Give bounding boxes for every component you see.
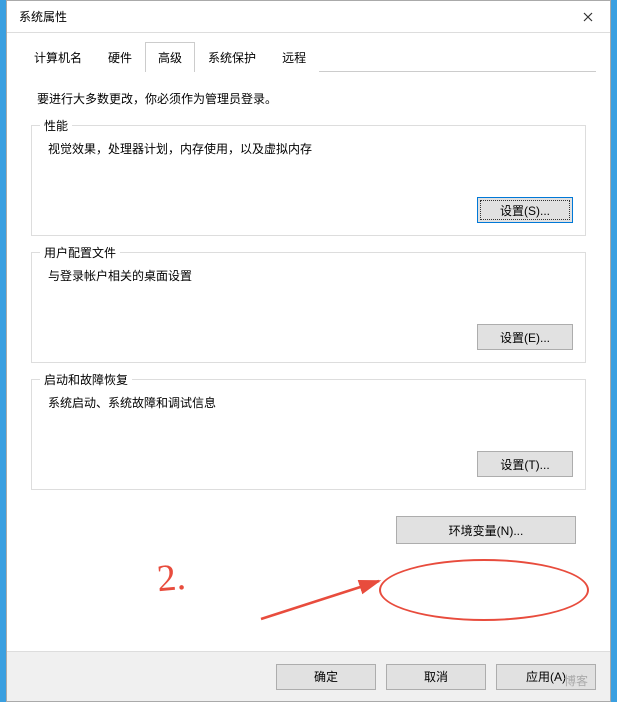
group-startup-desc: 系统启动、系统故障和调试信息	[48, 394, 573, 411]
group-performance: 性能 视觉效果，处理器计划，内存使用，以及虚拟内存 设置(S)...	[31, 125, 586, 236]
group-performance-title: 性能	[40, 117, 72, 134]
tab-hardware[interactable]: 硬件	[95, 42, 145, 72]
group-performance-desc: 视觉效果，处理器计划，内存使用，以及虚拟内存	[48, 140, 573, 157]
group-user-profiles-desc: 与登录帐户相关的桌面设置	[48, 267, 573, 284]
dialog-footer: 确定 取消 应用(A)	[7, 651, 610, 701]
tab-strip: 计算机名 硬件 高级 系统保护 远程	[21, 41, 596, 72]
apply-button[interactable]: 应用(A)	[496, 664, 596, 690]
system-properties-dialog: 系统属性 计算机名 硬件 高级 系统保护 远程 要进行大多数更改，你必须作为管理…	[6, 0, 611, 702]
tab-remote[interactable]: 远程	[269, 42, 319, 72]
close-button[interactable]	[566, 2, 610, 32]
close-icon	[583, 12, 593, 22]
tab-content: 要进行大多数更改，你必须作为管理员登录。 性能 视觉效果，处理器计划，内存使用，…	[21, 72, 596, 651]
group-user-profiles-title: 用户配置文件	[40, 244, 120, 261]
titlebar: 系统属性	[7, 1, 610, 33]
performance-settings-button[interactable]: 设置(S)...	[477, 197, 573, 223]
group-startup: 启动和故障恢复 系统启动、系统故障和调试信息 设置(T)...	[31, 379, 586, 490]
user-profiles-settings-button[interactable]: 设置(E)...	[477, 324, 573, 350]
tab-computer-name[interactable]: 计算机名	[21, 42, 95, 72]
dialog-body: 计算机名 硬件 高级 系统保护 远程 要进行大多数更改，你必须作为管理员登录。 …	[7, 33, 610, 651]
startup-settings-button[interactable]: 设置(T)...	[477, 451, 573, 477]
tab-advanced[interactable]: 高级	[145, 42, 195, 72]
environment-variables-button[interactable]: 环境变量(N)...	[396, 516, 576, 544]
tab-system-protection[interactable]: 系统保护	[195, 42, 269, 72]
admin-message: 要进行大多数更改，你必须作为管理员登录。	[37, 90, 586, 107]
group-user-profiles: 用户配置文件 与登录帐户相关的桌面设置 设置(E)...	[31, 252, 586, 363]
group-startup-title: 启动和故障恢复	[40, 371, 132, 388]
desktop-edge-right	[611, 0, 617, 702]
env-row: 环境变量(N)...	[31, 506, 586, 544]
cancel-button[interactable]: 取消	[386, 664, 486, 690]
ok-button[interactable]: 确定	[276, 664, 376, 690]
window-title: 系统属性	[19, 8, 67, 25]
